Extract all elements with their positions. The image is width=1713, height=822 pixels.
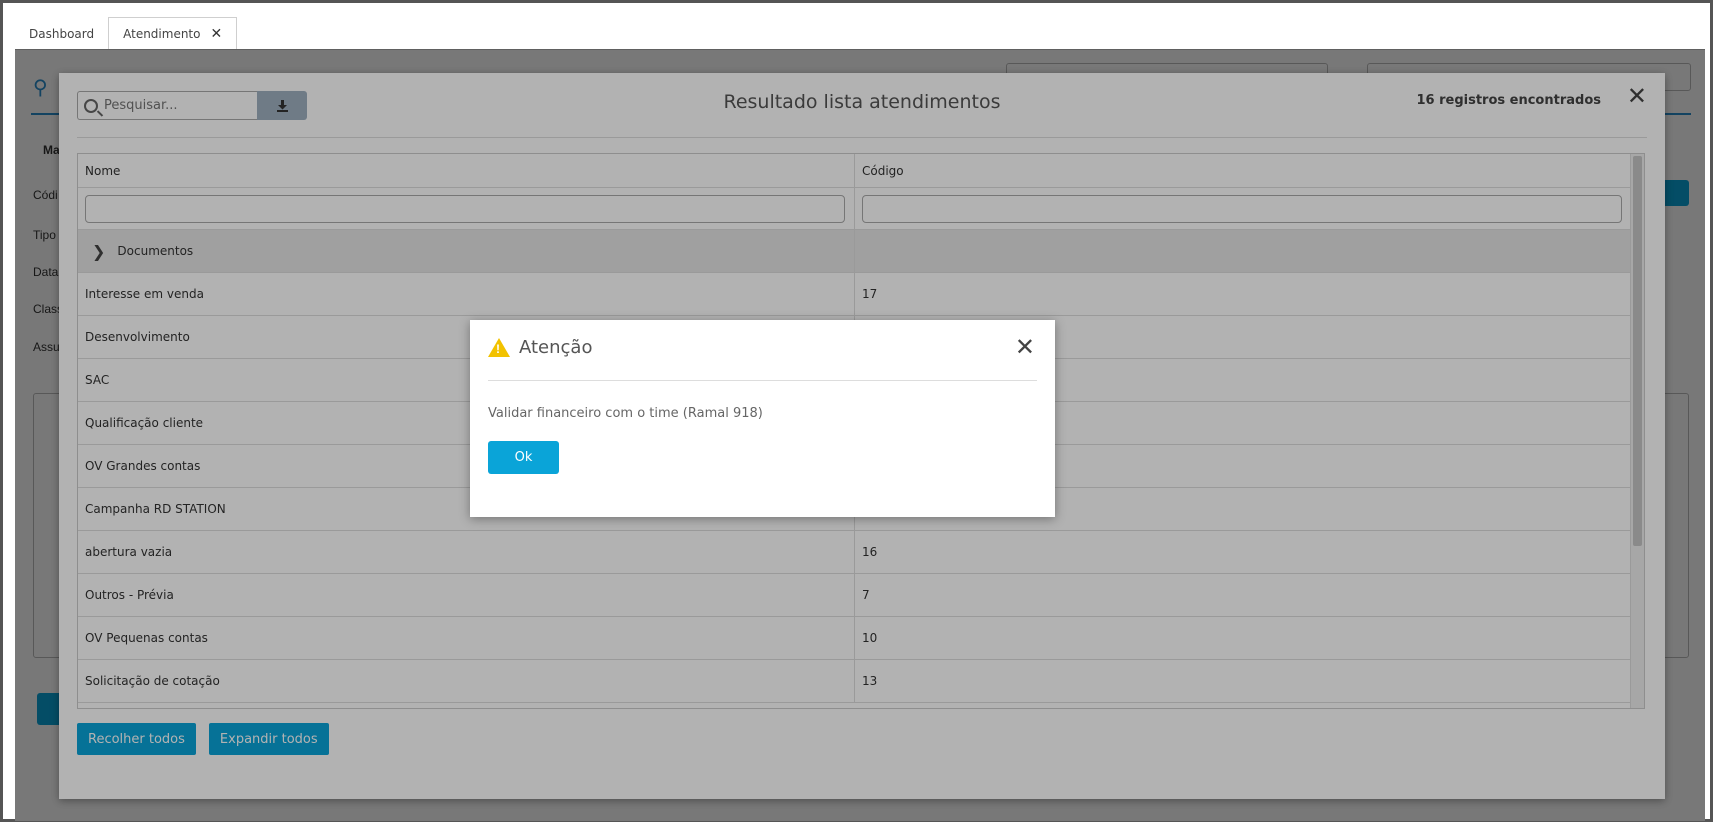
tab-atendimento[interactable]: Atendimento ✕ (108, 17, 238, 50)
close-tab-icon[interactable]: ✕ (210, 26, 222, 42)
tab-label: Dashboard (29, 26, 95, 41)
alert-message: Validar financeiro com o time (Ramal 918… (488, 406, 763, 421)
close-icon[interactable]: ✕ (1015, 336, 1035, 360)
alert-divider (488, 380, 1037, 381)
alert-title: Atenção (519, 337, 593, 358)
tab-bar: Dashboard Atendimento ✕ (15, 17, 238, 50)
alert-dialog: Atenção ✕ Validar financeiro com o time … (470, 320, 1055, 517)
warning-icon (488, 338, 510, 357)
app-window: Dashboard Atendimento ✕ ⚲ Ma Códi Tipo D… (0, 0, 1713, 822)
alert-header: Atenção (488, 337, 592, 358)
tab-dashboard[interactable]: Dashboard (15, 17, 108, 50)
tab-label: Atendimento (123, 27, 201, 41)
ok-button[interactable]: Ok (488, 441, 559, 474)
